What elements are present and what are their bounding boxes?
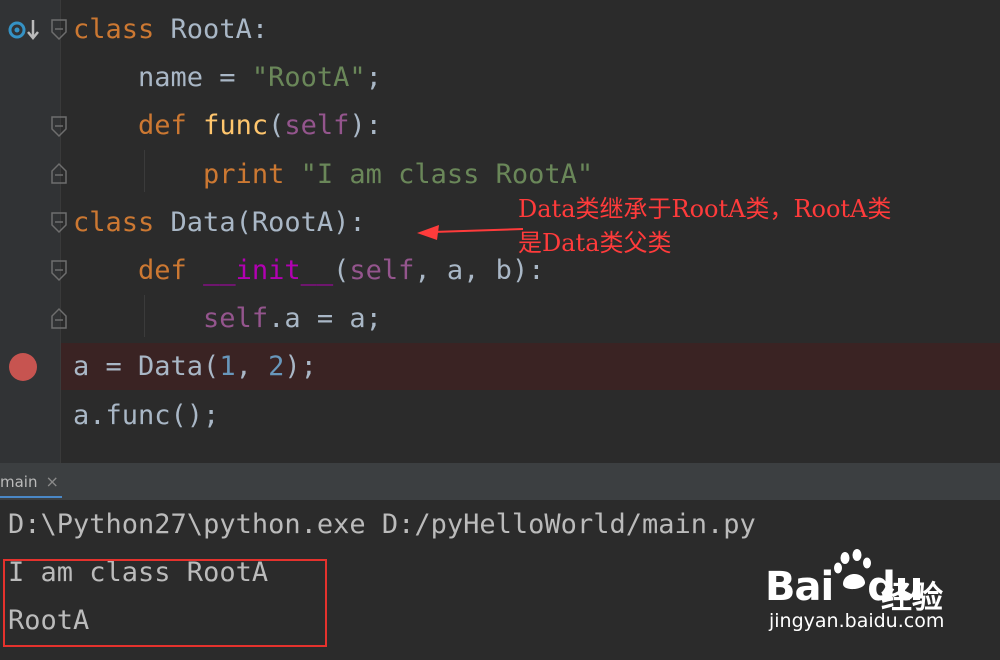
code-token: "I am class RootA" (300, 158, 594, 190)
code-editor[interactable]: class RootA: name = "RootA"; def func(se… (0, 0, 1000, 463)
code-token: ( (268, 110, 285, 142)
fold-open-icon[interactable] (49, 210, 69, 236)
code-line[interactable]: def func(self): (73, 102, 382, 150)
baidu-jingyan-watermark: Bai du 经验 jingyan.baidu.com (765, 548, 985, 648)
code-line[interactable]: self.a = a; (73, 295, 382, 343)
code-token: func (203, 110, 269, 142)
close-icon[interactable]: × (45, 472, 58, 491)
fold-end-icon[interactable] (49, 305, 69, 331)
code-token: "RootA" (251, 62, 366, 94)
annotation-text: Data类继承于RootA类，RootA类 是Data类父类 (518, 195, 892, 257)
code-token: a.func(); (73, 399, 220, 431)
code-token: class (73, 14, 171, 45)
watermark-url: jingyan.baidu.com (769, 610, 945, 632)
code-token: .a = a; (268, 303, 382, 335)
annotation-arrow (417, 225, 524, 240)
code-token: def (138, 255, 204, 286)
fold-open-icon[interactable] (49, 114, 69, 140)
code-token: def (138, 110, 204, 142)
fold-end-icon[interactable] (49, 160, 69, 186)
code-line[interactable]: print "I am class RootA" (73, 151, 593, 199)
code-token: ): (349, 110, 382, 142)
code-token: 2 (268, 351, 285, 383)
run-tab-main[interactable]: main × (0, 463, 69, 500)
code-token: ); (284, 351, 317, 383)
code-token: ( (333, 255, 350, 286)
output-highlight-box (3, 559, 327, 647)
run-gutter-icon[interactable] (8, 17, 42, 43)
code-token: 1 (219, 351, 236, 383)
code-line[interactable]: class Data(RootA): (73, 199, 366, 247)
code-token: print (203, 158, 301, 190)
code-line[interactable]: a = Data(1, 2); (73, 343, 317, 391)
code-line[interactable]: name = "RootA"; (73, 54, 382, 102)
code-token: class (73, 206, 171, 238)
console-command-line: D:\Python27\python.exe D:/pyHelloWorld/m… (8, 509, 756, 540)
fold-open-icon[interactable] (49, 258, 69, 284)
code-token: self (349, 255, 415, 286)
active-tab-indicator (0, 496, 62, 498)
code-token: __init__ (203, 255, 334, 286)
code-token: ; (365, 62, 382, 94)
code-line[interactable]: a.func(); (73, 392, 219, 440)
code-token: name = (73, 62, 252, 94)
code-token: Data(RootA): (170, 206, 366, 238)
code-line[interactable]: class RootA: (73, 6, 268, 54)
fold-open-icon[interactable] (49, 17, 69, 43)
code-token: self (203, 303, 269, 335)
code-token: a = Data( (73, 351, 220, 383)
code-token: self (284, 110, 350, 142)
code-token: , (235, 351, 269, 383)
code-line[interactable]: def __init__(self, a, b): (73, 247, 544, 295)
run-tool-window-tabbar: main × (0, 463, 1000, 501)
breakpoint-icon[interactable] (9, 353, 37, 381)
code-token: RootA: (170, 14, 269, 45)
run-tab-label: main (0, 472, 38, 491)
